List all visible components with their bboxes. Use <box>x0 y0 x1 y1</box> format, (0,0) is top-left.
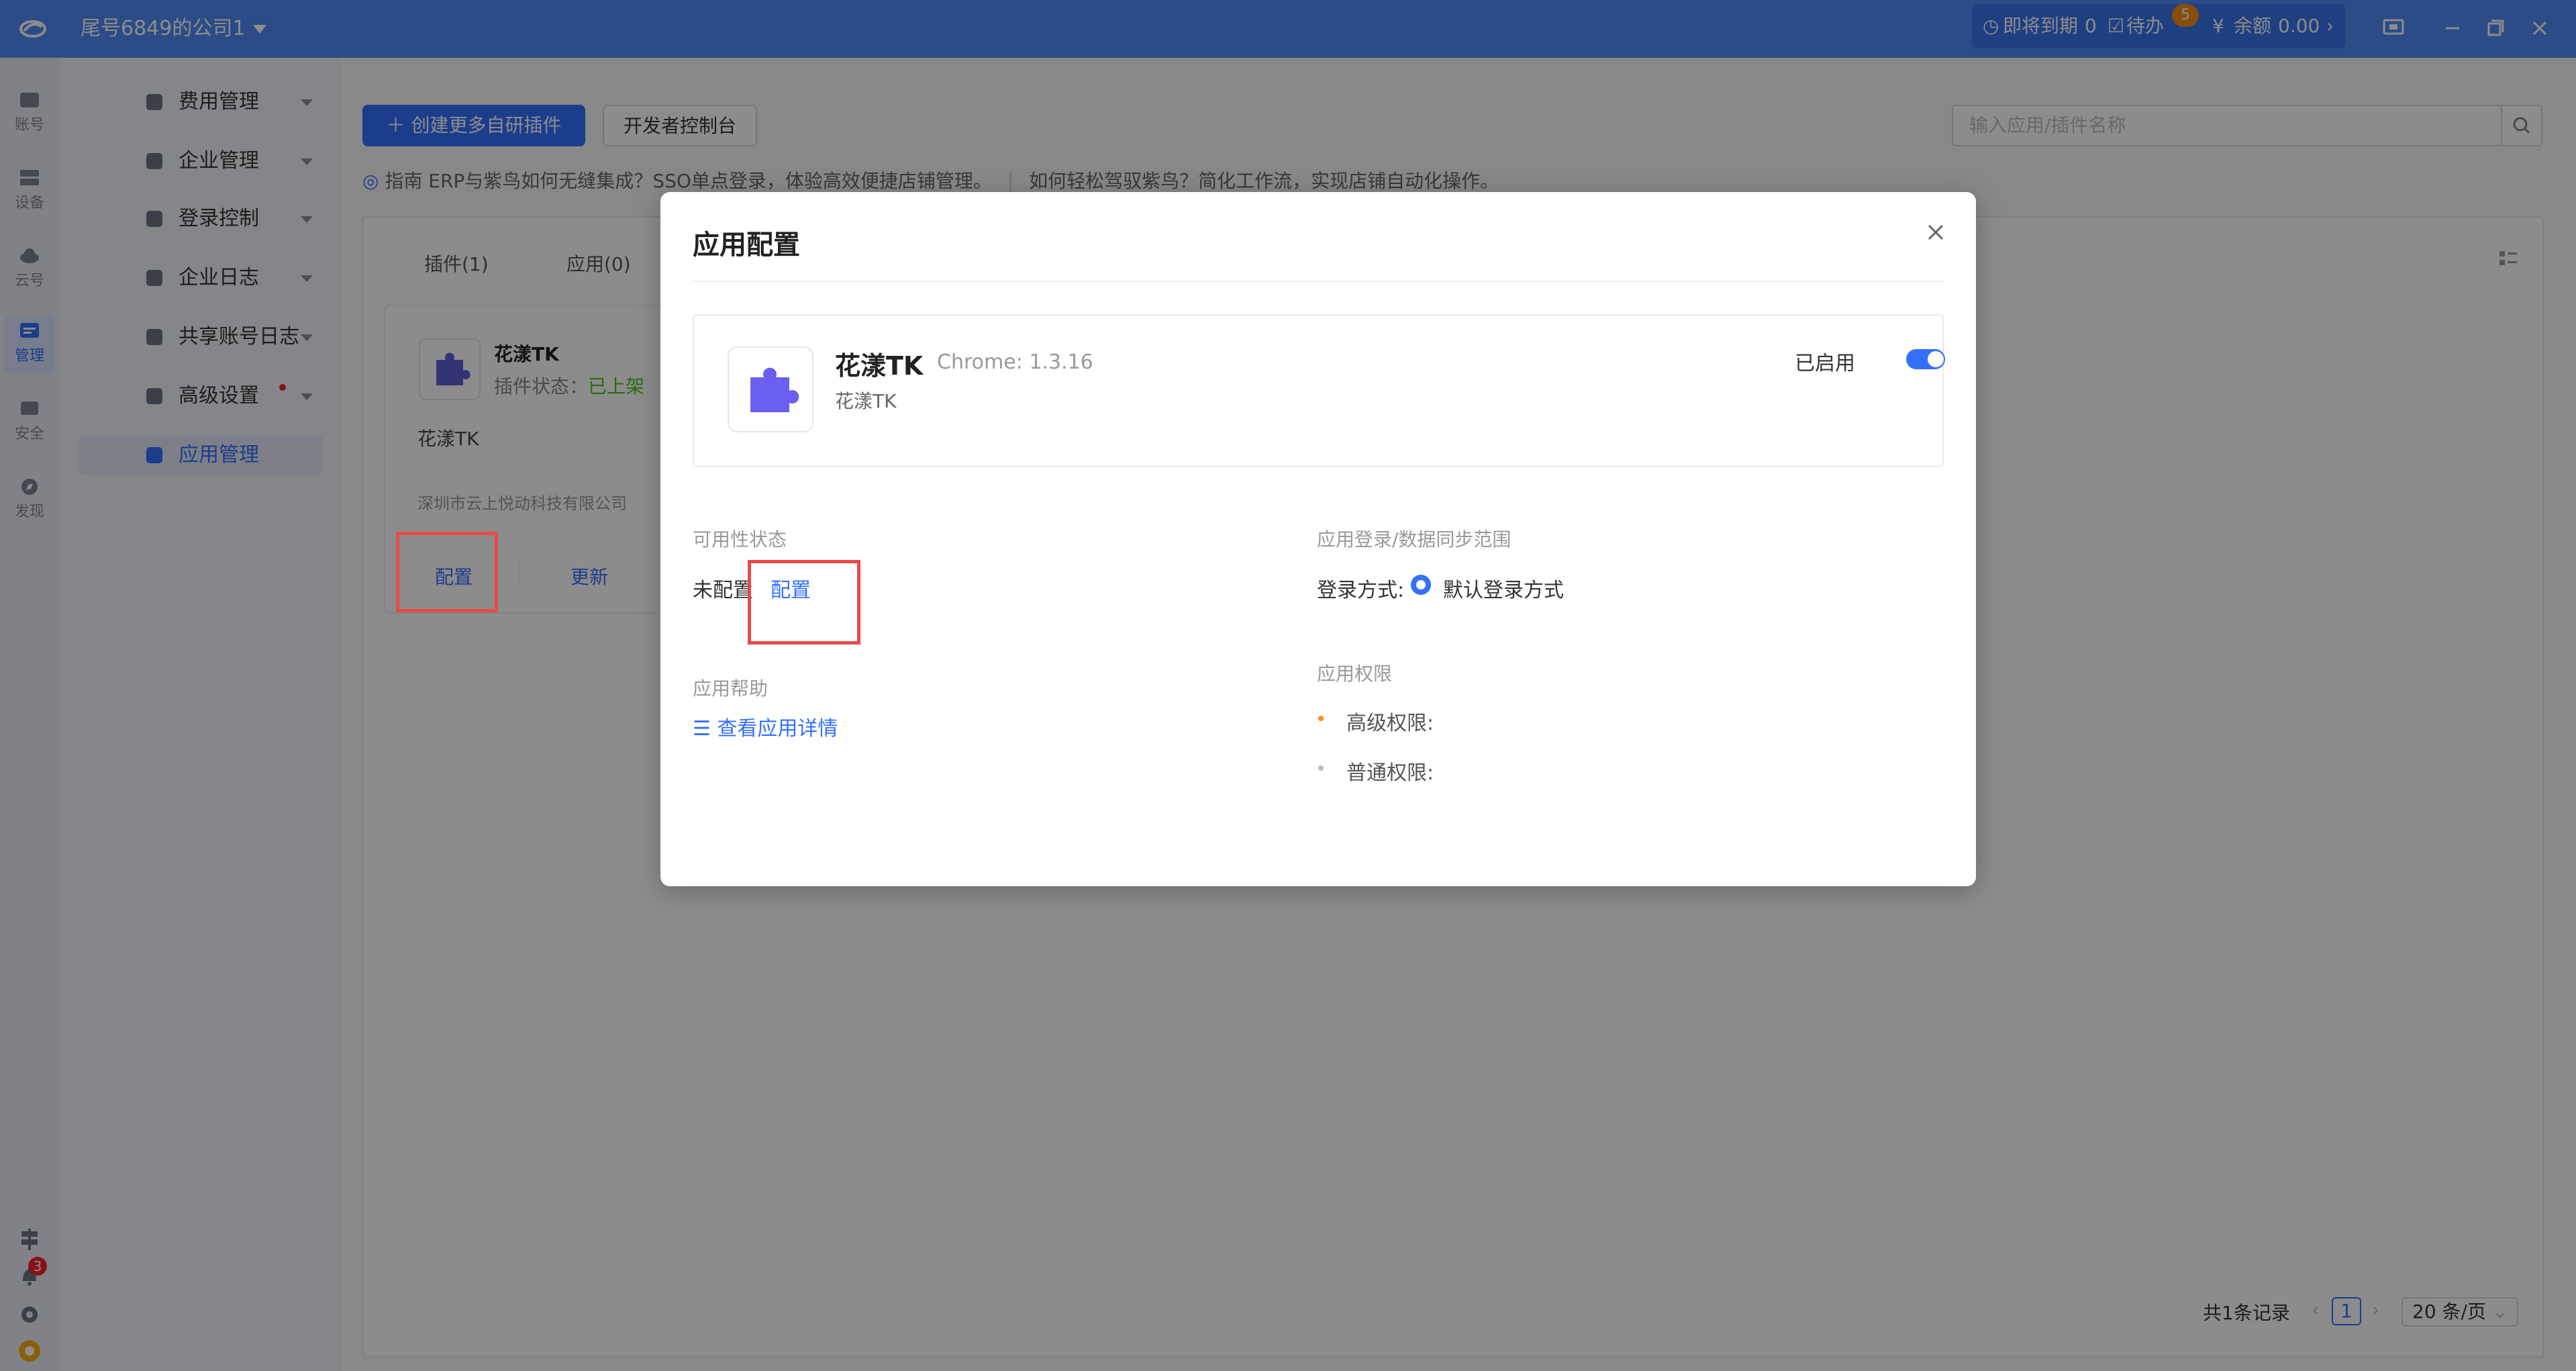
app-version: Chrome: 1.3.16 <box>937 350 1093 374</box>
enabled-toggle[interactable] <box>1906 349 1945 369</box>
login-method-value: 默认登录方式 <box>1443 579 1564 602</box>
list-icon: ☰ <box>693 717 717 741</box>
highlight-box-card-config <box>396 532 498 612</box>
app-info-box: 花漾TK Chrome: 1.3.16 花漾TK 已启用 <box>693 314 1945 467</box>
puzzle-icon <box>750 367 799 412</box>
normal-dot <box>1318 765 1324 771</box>
app-name: 花漾TK <box>835 351 924 381</box>
help-label: 应用帮助 <box>693 677 769 700</box>
app-config-dialog: 应用配置 花漾TK Chrome: 1.3.16 花漾TK 已启用 可用性状态 … <box>660 192 1976 886</box>
close-icon[interactable] <box>1922 219 1949 246</box>
availability-value: 未配置 <box>693 579 753 602</box>
highlight-box-modal-config <box>748 560 860 645</box>
availability-label: 可用性状态 <box>693 528 787 551</box>
view-app-details-link[interactable]: ☰ 查看应用详情 <box>693 712 838 741</box>
login-method-radio[interactable] <box>1411 575 1431 595</box>
enabled-label: 已启用 <box>1795 352 1855 375</box>
app-subtitle: 花漾TK <box>835 390 897 412</box>
divider <box>693 281 1944 282</box>
normal-permission: 普通权限: <box>1346 761 1434 785</box>
toggle-knob <box>1928 351 1944 367</box>
login-scope-label: 应用登录/数据同步范围 <box>1317 528 1512 551</box>
advanced-permission: 高级权限: <box>1346 712 1434 735</box>
permissions-label: 应用权限 <box>1317 663 1393 685</box>
help-link-label: 查看应用详情 <box>717 717 838 741</box>
dialog-title: 应用配置 <box>693 230 800 261</box>
advanced-dot <box>1318 716 1324 721</box>
login-method-label: 登录方式: <box>1317 579 1405 602</box>
app-icon <box>728 346 813 432</box>
